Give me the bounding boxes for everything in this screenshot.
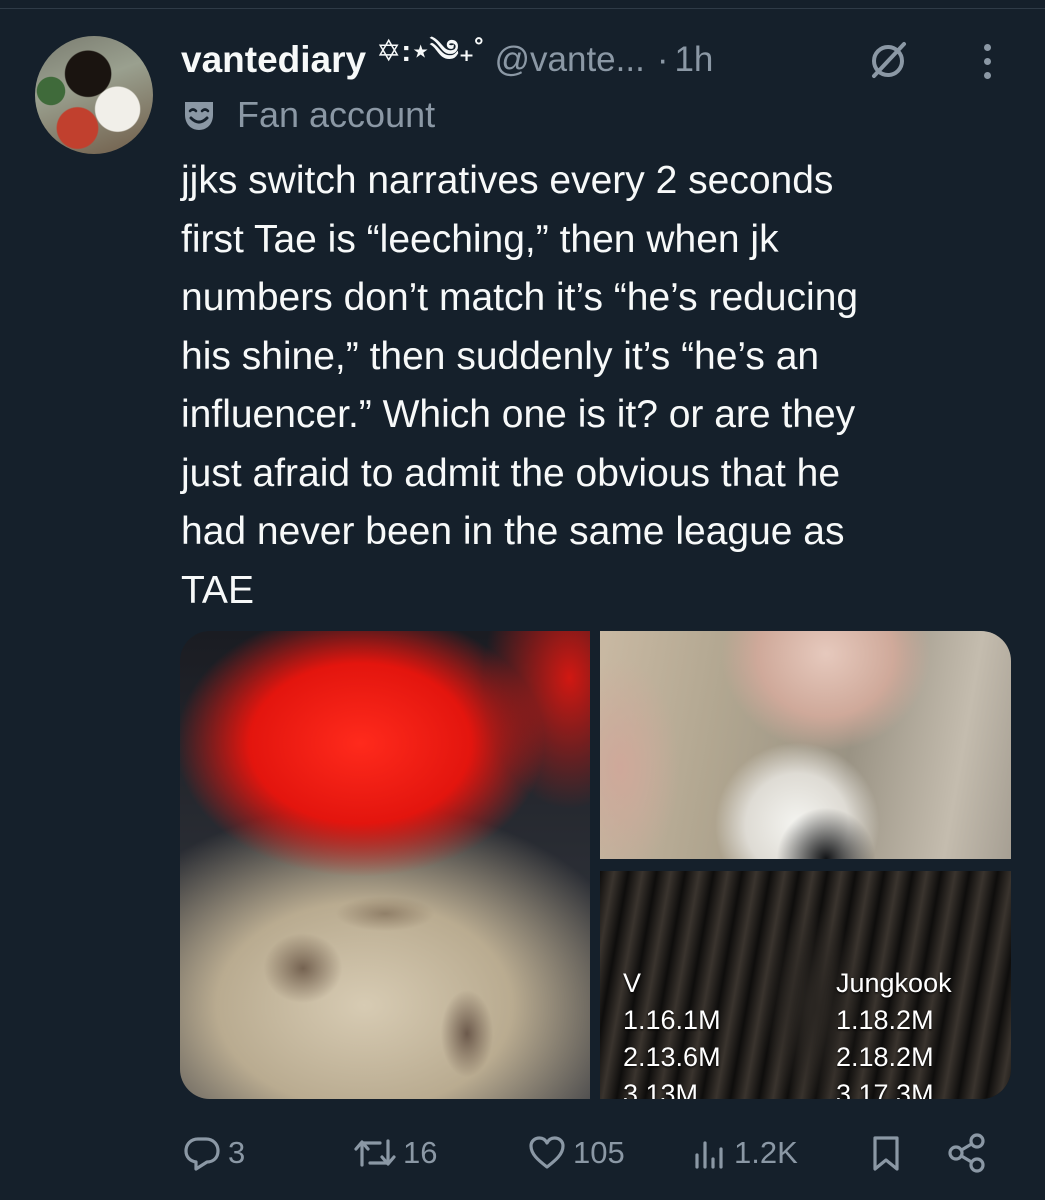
repost-button[interactable]: 16 <box>353 1128 437 1178</box>
reply-icon <box>184 1137 220 1171</box>
user-handle[interactable]: @vante... <box>494 40 644 80</box>
media-image-3[interactable]: V 1.16.1M 2.13.6M 3.13M Jungkook 1.18.2M… <box>600 871 1011 1099</box>
avatar[interactable] <box>35 36 153 154</box>
media-grid: V 1.16.1M 2.13.6M 3.13M Jungkook 1.18.2M… <box>180 631 1011 1099</box>
more-icon[interactable] <box>972 40 1002 82</box>
avatar-image-detail <box>35 66 75 116</box>
views-button[interactable]: 1.2K <box>692 1128 798 1178</box>
stats-right-row: 1.18.2M <box>836 1005 934 1035</box>
stats-left-column: V 1.16.1M 2.13.6M 3.13M <box>623 965 721 1099</box>
repost-count: 16 <box>403 1135 438 1170</box>
views-count: 1.2K <box>734 1135 798 1170</box>
display-name[interactable]: vantediary <box>181 39 366 81</box>
separator-dot: · <box>656 40 669 79</box>
stats-right-row: 3.17.3M <box>836 1079 934 1099</box>
post-time[interactable]: 1h <box>674 40 713 80</box>
like-count: 105 <box>573 1135 625 1170</box>
media-image-1[interactable] <box>180 631 590 1099</box>
like-icon <box>529 1136 565 1169</box>
stats-left-name: V <box>623 968 642 998</box>
reply-count: 3 <box>228 1135 246 1170</box>
like-button[interactable]: 105 <box>527 1128 625 1178</box>
stats-right-column: Jungkook 1.18.2M 2.18.2M 3.17.3M <box>836 965 952 1099</box>
bookmark-icon <box>873 1136 899 1171</box>
bookmark-button[interactable] <box>868 1128 904 1178</box>
image-texture <box>180 881 590 1099</box>
stats-left-row: 2.13.6M <box>623 1042 721 1072</box>
reply-button[interactable]: 3 <box>182 1128 245 1178</box>
name-decoration: ✡︎:⋆༄₊˚ <box>376 35 485 68</box>
label-text: Fan account <box>237 94 436 135</box>
repost-icon <box>354 1139 396 1167</box>
stats-right-name: Jungkook <box>836 968 952 998</box>
action-bar: 3 16 105 1.2K <box>180 1128 1010 1178</box>
stats-right-row: 2.18.2M <box>836 1042 934 1072</box>
post-header: vantediary ✡︎:⋆༄₊˚ @vante... · 1h <box>181 35 713 84</box>
stats-left-row: 3.13M <box>623 1079 699 1099</box>
share-button[interactable] <box>945 1128 989 1178</box>
edit-disabled-icon <box>872 42 906 78</box>
top-divider <box>0 0 1045 9</box>
mask-icon <box>185 102 213 130</box>
media-image-2[interactable] <box>600 631 1011 859</box>
share-icon <box>948 1133 985 1173</box>
stats-left-row: 1.16.1M <box>623 1005 721 1035</box>
post-text: jjks switch narratives every 2 seconds f… <box>181 159 859 612</box>
views-icon <box>695 1141 723 1169</box>
account-label: Fan account <box>181 94 435 136</box>
